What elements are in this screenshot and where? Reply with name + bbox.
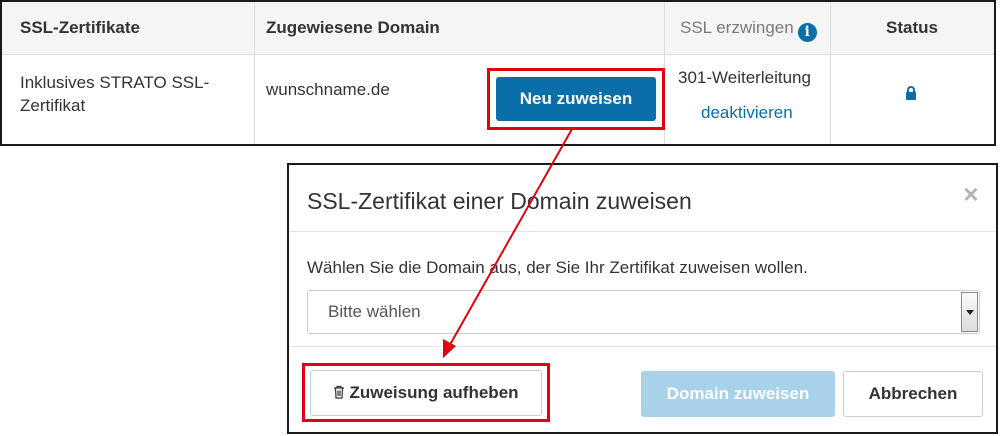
header-assigned-domain: Zugewiesene Domain <box>266 18 440 37</box>
header-certificates: SSL-Zertifikate <box>20 18 140 37</box>
header-force-ssl: SSL erzwingen i <box>664 2 830 54</box>
info-icon[interactable]: i <box>797 23 817 42</box>
domain-select-value: Bitte wählen <box>328 302 421 321</box>
domain-select[interactable]: Bitte wählen <box>307 290 980 334</box>
reassign-button[interactable]: Neu zuweisen <box>496 77 656 121</box>
modal-title: SSL-Zertifikat einer Domain zuweisen <box>307 188 692 214</box>
table-header: SSL-Zertifikate Zugewiesene Domain SSL e… <box>2 2 994 55</box>
modal-divider <box>289 231 996 232</box>
trash-icon <box>334 385 345 399</box>
ssl-certificate-table: SSL-Zertifikate Zugewiesene Domain SSL e… <box>0 0 996 146</box>
unassign-button[interactable]: Zuweisung aufheben <box>310 370 542 416</box>
annotation-highlight-reassign: Neu zuweisen <box>487 68 665 130</box>
column-divider <box>830 2 831 144</box>
unassign-button-label: Zuweisung aufheben <box>349 383 519 402</box>
assigned-domain: wunschname.de <box>266 80 390 99</box>
modal-instruction: Wählen Sie die Domain aus, der Sie Ihr Z… <box>307 258 808 277</box>
header-force-ssl-label: SSL erzwingen <box>680 18 794 37</box>
modal-divider <box>289 346 996 347</box>
certificate-name: Inklusives STRATO SSL-Zertifikat <box>20 73 210 115</box>
cancel-button[interactable]: Abbrechen <box>843 371 983 417</box>
assign-ssl-modal: SSL-Zertifikat einer Domain zuweisen × W… <box>287 163 998 434</box>
assign-domain-button[interactable]: Domain zuweisen <box>641 371 835 417</box>
lock-icon <box>906 86 916 100</box>
deactivate-link[interactable]: deaktivieren <box>701 101 793 124</box>
header-status: Status <box>886 18 938 37</box>
close-icon[interactable]: × <box>960 181 982 207</box>
annotation-highlight-unassign: Zuweisung aufheben <box>302 363 550 422</box>
chevron-down-icon[interactable] <box>961 292 978 332</box>
column-divider <box>254 2 255 144</box>
redirect-status: 301-Weiterleitung <box>678 68 811 87</box>
